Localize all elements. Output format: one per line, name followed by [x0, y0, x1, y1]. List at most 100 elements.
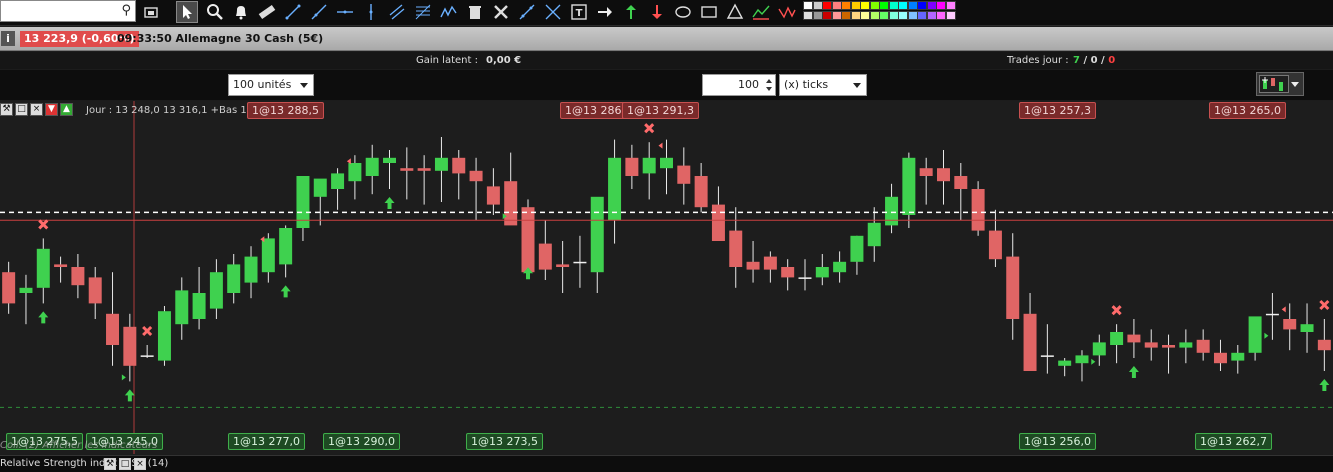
channel-icon[interactable] [386, 1, 408, 23]
color-swatch[interactable] [879, 1, 889, 10]
trade-low-tag[interactable]: 1@13 256,0 [1019, 433, 1096, 450]
trade-high-tag[interactable]: 1@13 257,3 [1019, 102, 1096, 119]
color-swatch[interactable] [945, 1, 956, 10]
color-swatch[interactable] [936, 11, 946, 20]
color-swatch[interactable] [926, 11, 937, 20]
color-swatch[interactable] [850, 1, 861, 10]
candle-up [1265, 313, 1279, 316]
studies-label[interactable]: Coll. (2) Afficher les indicateurs [0, 440, 157, 451]
color-swatch[interactable] [812, 1, 823, 10]
polyline-icon[interactable] [750, 1, 772, 23]
wrench-icon[interactable]: ⚒ [104, 458, 116, 470]
color-swatch[interactable] [831, 11, 842, 20]
candle-up [642, 157, 656, 174]
chart-canvas[interactable] [0, 101, 1333, 454]
maximize-icon[interactable]: □ [119, 458, 131, 470]
settings-tools-icon[interactable] [490, 1, 512, 23]
trades-counts: 7 / 0 / 0 [1073, 55, 1115, 66]
color-swatch[interactable] [869, 1, 880, 10]
alert-bell-icon[interactable] [230, 1, 252, 23]
triangle-icon[interactable] [724, 1, 746, 23]
fibonacci-icon[interactable] [412, 1, 434, 23]
color-swatch[interactable] [850, 11, 861, 20]
candle-down [71, 267, 85, 286]
chart-type-button[interactable] [1256, 72, 1304, 96]
color-swatch[interactable] [822, 11, 832, 20]
text-icon[interactable]: T [568, 1, 590, 23]
color-swatch[interactable] [822, 1, 832, 10]
zigzag-icon[interactable] [776, 1, 798, 23]
search-icon[interactable]: ⚲ [121, 3, 131, 18]
color-swatch[interactable] [841, 1, 851, 10]
line-icon[interactable] [282, 1, 304, 23]
stepper-up-icon[interactable] [766, 79, 772, 83]
color-swatch[interactable] [803, 11, 813, 20]
color-swatch[interactable] [898, 11, 908, 20]
gain-value: 0,00 € [486, 55, 522, 66]
color-swatch[interactable] [860, 1, 870, 10]
arrow-up-icon[interactable] [620, 1, 642, 23]
trade-low-tag[interactable]: 1@13 262,7 [1195, 433, 1272, 450]
color-swatch[interactable] [936, 1, 946, 10]
color-swatch[interactable] [917, 11, 927, 20]
color-palette[interactable] [803, 0, 956, 22]
units-select[interactable]: 100 unités [228, 74, 314, 96]
color-swatch[interactable] [945, 11, 956, 20]
color-swatch[interactable] [812, 11, 823, 20]
color-swatch[interactable] [841, 11, 851, 20]
ticks-unit-select[interactable]: (x) ticks [779, 74, 867, 96]
trade-high-tag[interactable]: 1@13 291,3 [622, 102, 699, 119]
candle-up [157, 311, 171, 361]
close-icon[interactable]: × [134, 458, 146, 470]
rectangle-icon[interactable] [698, 1, 720, 23]
horizontal-line-icon[interactable] [334, 1, 356, 23]
color-swatch[interactable] [917, 1, 927, 10]
color-swatch[interactable] [860, 11, 870, 20]
color-swatch[interactable] [831, 1, 842, 10]
buy-order-icon[interactable]: ▲ [60, 103, 73, 116]
arrow-right-icon[interactable] [594, 1, 616, 23]
wave-icon[interactable] [438, 1, 460, 23]
color-swatch[interactable] [869, 11, 880, 20]
exit-cross-icon [1319, 299, 1330, 311]
trade-low-tag[interactable]: 1@13 273,5 [466, 433, 543, 450]
color-swatch[interactable] [907, 11, 918, 20]
ruler-icon[interactable] [256, 1, 278, 23]
color-swatch[interactable] [888, 1, 899, 10]
color-swatch[interactable] [879, 11, 889, 20]
trade-low-tag[interactable]: 1@13 290,0 [323, 433, 400, 450]
color-swatch[interactable] [898, 1, 908, 10]
trade-high-tag[interactable]: 1@13 288,5 [247, 102, 324, 119]
candle-down [729, 230, 743, 267]
candlestick-chart[interactable] [0, 101, 1333, 454]
sell-order-icon[interactable]: ▼ [45, 103, 58, 116]
color-swatch[interactable] [803, 1, 813, 10]
maximize-icon[interactable]: □ [15, 103, 28, 116]
ray-icon[interactable] [308, 1, 330, 23]
trash-icon[interactable] [464, 1, 486, 23]
close-icon[interactable]: × [30, 103, 43, 116]
ticks-stepper[interactable]: 100 [702, 74, 776, 96]
ellipse-icon[interactable] [672, 1, 694, 23]
candle-up [1040, 355, 1054, 357]
candle-down [400, 168, 414, 171]
wrench-icon[interactable]: ⚒ [0, 103, 13, 116]
color-swatch[interactable] [907, 1, 918, 10]
trade-high-tag[interactable]: 1@13 265,0 [1209, 102, 1286, 119]
arrow-down-icon[interactable] [646, 1, 668, 23]
trend-line-icon[interactable] [542, 1, 564, 23]
stepper-down-icon[interactable] [766, 87, 772, 91]
zoom-icon[interactable] [204, 1, 226, 23]
color-swatch[interactable] [926, 1, 937, 10]
candle-up [175, 290, 189, 325]
info-button[interactable]: i [1, 31, 15, 46]
pointer-icon[interactable] [176, 1, 198, 23]
trade-low-tag[interactable]: 1@13 277,0 [228, 433, 305, 450]
instrument-search-input[interactable]: ⚲ [0, 0, 136, 22]
candle-up [1058, 360, 1072, 366]
vertical-line-icon[interactable] [360, 1, 382, 23]
chevron-down-icon [300, 83, 308, 88]
layout-icon[interactable] [140, 1, 162, 23]
color-swatch[interactable] [888, 11, 899, 20]
cross-line-icon[interactable] [516, 1, 538, 23]
